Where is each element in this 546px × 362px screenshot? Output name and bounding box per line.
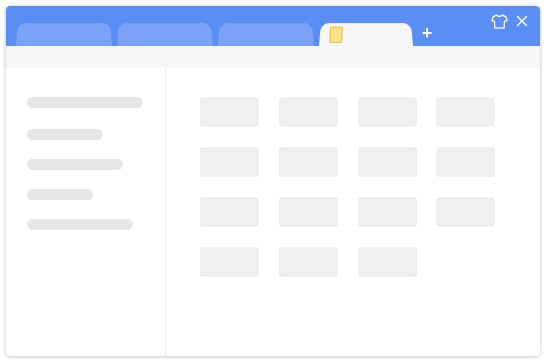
grid-tile[interactable] xyxy=(200,197,259,227)
grid-tile[interactable] xyxy=(279,247,338,277)
tab-1[interactable] xyxy=(16,23,112,46)
grid-tile[interactable] xyxy=(436,147,495,177)
sidebar xyxy=(6,68,166,356)
grid-tile[interactable] xyxy=(358,197,417,227)
grid-tile[interactable] xyxy=(436,197,495,227)
grid-tile[interactable] xyxy=(358,97,417,127)
grid-tile[interactable] xyxy=(279,147,338,177)
grid-tile[interactable] xyxy=(436,97,495,127)
grid-tile[interactable] xyxy=(279,97,338,127)
sidebar-item[interactable] xyxy=(27,189,93,200)
grid-tile[interactable] xyxy=(358,247,417,277)
grid-tile[interactable] xyxy=(279,197,338,227)
grid-tile[interactable] xyxy=(200,97,259,127)
close-button[interactable] xyxy=(513,13,531,29)
toolbar xyxy=(6,46,540,68)
sidebar-item[interactable] xyxy=(27,97,143,108)
browser-window: + xyxy=(6,6,540,356)
tab-3[interactable] xyxy=(218,23,314,46)
close-icon xyxy=(516,15,528,27)
grid-tile[interactable] xyxy=(358,147,417,177)
document-icon xyxy=(329,26,343,43)
tab-2[interactable] xyxy=(117,23,213,46)
skin-button[interactable] xyxy=(490,13,508,29)
grid-tile[interactable] xyxy=(200,147,259,177)
sidebar-item[interactable] xyxy=(27,129,103,140)
content-grid xyxy=(166,68,540,356)
sidebar-item[interactable] xyxy=(27,159,123,170)
title-bar: + xyxy=(6,6,540,46)
grid-tile[interactable] xyxy=(200,247,259,277)
tshirt-icon xyxy=(490,13,508,29)
tab-active[interactable] xyxy=(319,23,413,46)
sidebar-item[interactable] xyxy=(27,219,133,230)
new-tab-button[interactable]: + xyxy=(419,24,435,42)
